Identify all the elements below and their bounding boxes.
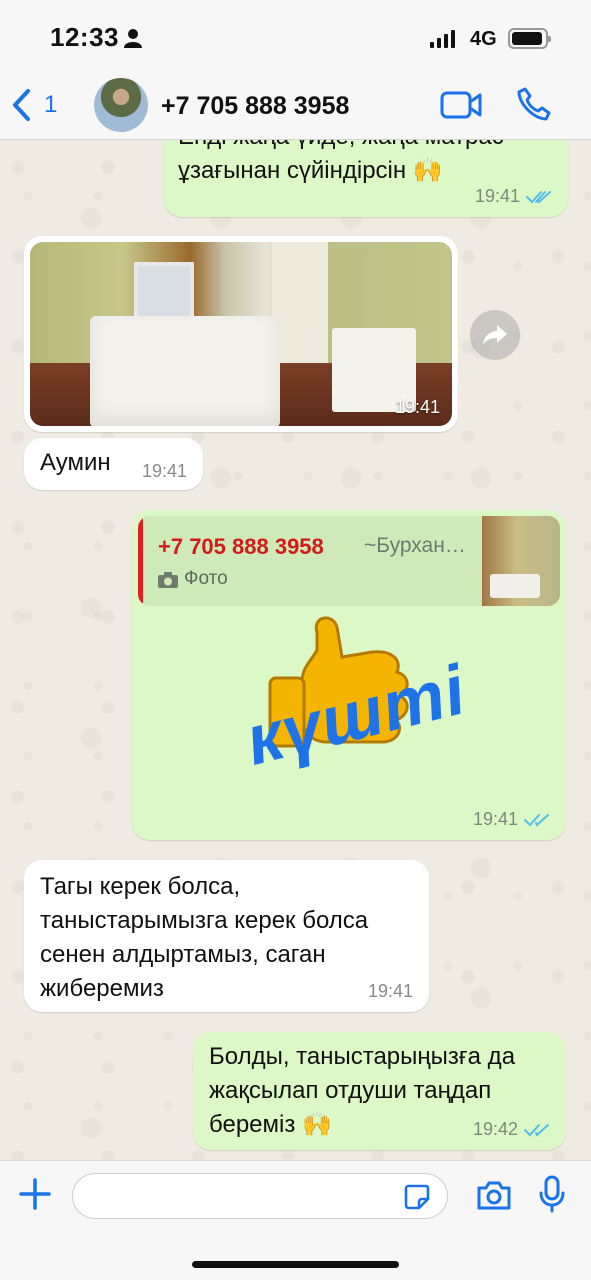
photo-bed	[90, 316, 280, 426]
message-line: береміз 🙌	[209, 1111, 332, 1138]
message-incoming[interactable]: Аумин 19:41	[24, 438, 203, 490]
unread-count: 1	[44, 91, 58, 118]
status-time: 12:33	[50, 22, 119, 52]
quote-author: ~Бурхан…	[364, 534, 466, 557]
message-meta: 19:41	[368, 981, 413, 1002]
quote-thumbnail	[482, 516, 560, 606]
message-line: Тагы керек болса,	[40, 873, 241, 900]
back-button[interactable]: 1	[10, 88, 57, 122]
message-line: жиберемиз	[40, 975, 164, 1002]
message-outgoing[interactable]: Болды, таныстарыңызға да жақсылап отдуши…	[193, 1032, 566, 1150]
camera-icon[interactable]	[476, 1179, 512, 1211]
message-line: жақсылап отдуши таңдап	[209, 1077, 492, 1104]
room-photo[interactable]: 19:41	[30, 242, 452, 426]
double-check-icon	[524, 813, 549, 827]
reply-quote[interactable]: +7 705 888 3958 ~Бурхан… Фото	[138, 516, 560, 606]
message-meta: 19:41	[142, 461, 187, 482]
battery-icon	[508, 28, 551, 49]
message-line: таныстарымызга керек болса	[40, 907, 369, 934]
message-meta: 19:41	[475, 186, 552, 207]
signal-icon	[430, 28, 455, 48]
message-time: 19:41	[472, 809, 518, 829]
message-time: 19:41	[141, 461, 187, 481]
message-text: ұзағынан сүйіндірсін 🙌	[178, 157, 443, 184]
message-text-partial: Енді жаңа үйде, жаңа матрас	[178, 140, 504, 154]
message-time: 19:41	[474, 186, 520, 206]
quote-type: Фото	[184, 568, 228, 589]
mic-icon[interactable]	[538, 1175, 566, 1213]
avatar[interactable]	[94, 78, 148, 132]
message-meta: 19:41	[473, 809, 550, 830]
photo-window	[134, 262, 194, 320]
photo-message[interactable]: 19:41	[24, 236, 458, 432]
message-time: 19:42	[472, 1119, 518, 1139]
message-line: Болды, таныстарыңызға да	[209, 1043, 516, 1070]
sticker-icon[interactable]	[403, 1183, 431, 1211]
message-outgoing[interactable]: Енді жаңа үйде, жаңа матрас ұзағынан сүй…	[164, 140, 568, 217]
chat-area[interactable]: Енді жаңа үйде, жаңа матрас ұзағынан сүй…	[0, 140, 591, 1160]
camera-icon	[158, 572, 178, 588]
forward-icon	[483, 325, 507, 345]
plus-icon[interactable]	[18, 1177, 52, 1211]
message-incoming[interactable]: Тагы керек болса, таныстарымызга керек б…	[24, 860, 429, 1012]
back-chevron-icon	[13, 89, 30, 121]
message-line: сенен алдыртамыз, саган	[40, 941, 326, 968]
double-check-icon	[526, 190, 551, 204]
message-meta: 19:42	[473, 1119, 550, 1140]
message-time: 19:41	[394, 397, 440, 417]
message-time: 19:41	[367, 981, 413, 1001]
quote-sender: +7 705 888 3958	[158, 534, 324, 559]
double-check-icon	[524, 1123, 549, 1137]
forward-button[interactable]	[470, 310, 520, 360]
contact-name[interactable]: +7 705 888 3958	[161, 92, 349, 121]
video-call-icon[interactable]	[440, 88, 482, 122]
message-outgoing-sticker[interactable]: +7 705 888 3958 ~Бурхан… Фото күшті 19:4…	[132, 510, 566, 840]
person-icon	[124, 29, 142, 48]
chat-header: 1 +7 705 888 3958	[0, 70, 591, 140]
phone-icon[interactable]	[516, 86, 552, 122]
message-text: Аумин	[40, 449, 111, 476]
home-indicator[interactable]	[192, 1261, 399, 1268]
message-input[interactable]	[72, 1173, 448, 1219]
quote-bar	[138, 516, 143, 606]
network-label: 4G	[470, 28, 497, 50]
message-composer	[0, 1160, 591, 1280]
status-bar: 12:33 4G	[0, 0, 591, 70]
